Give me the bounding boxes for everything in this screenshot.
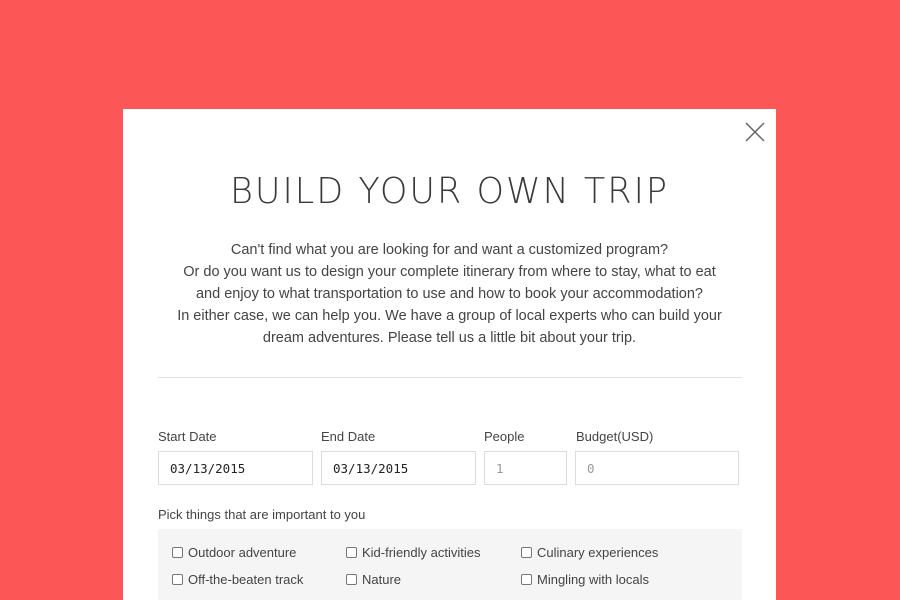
budget-label: Budget(USD) xyxy=(576,429,654,444)
intro-line: and enjoy to what transportation to use … xyxy=(195,286,703,302)
close-icon xyxy=(745,122,765,142)
interest-off-the-beaten-track[interactable]: Off-the-beaten track xyxy=(172,572,303,587)
end-date-input[interactable] xyxy=(321,451,476,485)
start-date-label: Start Date xyxy=(158,429,217,444)
intro-line: In either case, we can help you. We have… xyxy=(177,308,722,324)
interest-label: Nature xyxy=(362,572,402,587)
intro-line: Can't find what you are looking for and … xyxy=(230,242,669,258)
interest-label: Mingling with locals xyxy=(537,572,649,587)
close-button[interactable] xyxy=(744,121,766,143)
start-date-input[interactable] xyxy=(158,451,313,485)
people-input[interactable] xyxy=(484,451,567,485)
checkbox[interactable] xyxy=(521,574,532,585)
interest-label: Culinary experiences xyxy=(537,545,659,560)
interest-label: Off-the-beaten track xyxy=(188,572,304,587)
intro-line: Or do you want us to design your complet… xyxy=(183,264,716,280)
checkbox[interactable] xyxy=(346,547,357,558)
divider xyxy=(158,377,742,378)
interests-list: Outdoor adventure Kid-friendly activitie… xyxy=(158,529,742,600)
interest-outdoor-adventure[interactable]: Outdoor adventure xyxy=(172,545,296,560)
interest-culinary-experiences[interactable]: Culinary experiences xyxy=(521,545,658,560)
checkbox[interactable] xyxy=(172,547,183,558)
interest-mingling-with-locals[interactable]: Mingling with locals xyxy=(521,572,649,587)
checkbox[interactable] xyxy=(346,574,357,585)
checkbox[interactable] xyxy=(172,574,183,585)
interests-label: Pick things that are important to you xyxy=(158,507,366,522)
interest-label: Kid-friendly activities xyxy=(362,545,481,560)
interest-label: Outdoor adventure xyxy=(188,545,297,560)
interest-nature[interactable]: Nature xyxy=(346,572,401,587)
intro-text: Can't find what you are looking for and … xyxy=(158,239,741,349)
interest-kid-friendly-activities[interactable]: Kid-friendly activities xyxy=(346,545,481,560)
intro-line: dream adventures. Please tell us a littl… xyxy=(262,330,637,346)
budget-input[interactable] xyxy=(575,451,739,485)
modal-title: BUILD YOUR OWN TRIP xyxy=(229,171,670,213)
build-trip-modal: BUILD YOUR OWN TRIP Can't find what you … xyxy=(123,109,776,600)
people-label: People xyxy=(484,429,525,444)
checkbox[interactable] xyxy=(521,547,532,558)
end-date-label: End Date xyxy=(321,429,376,444)
